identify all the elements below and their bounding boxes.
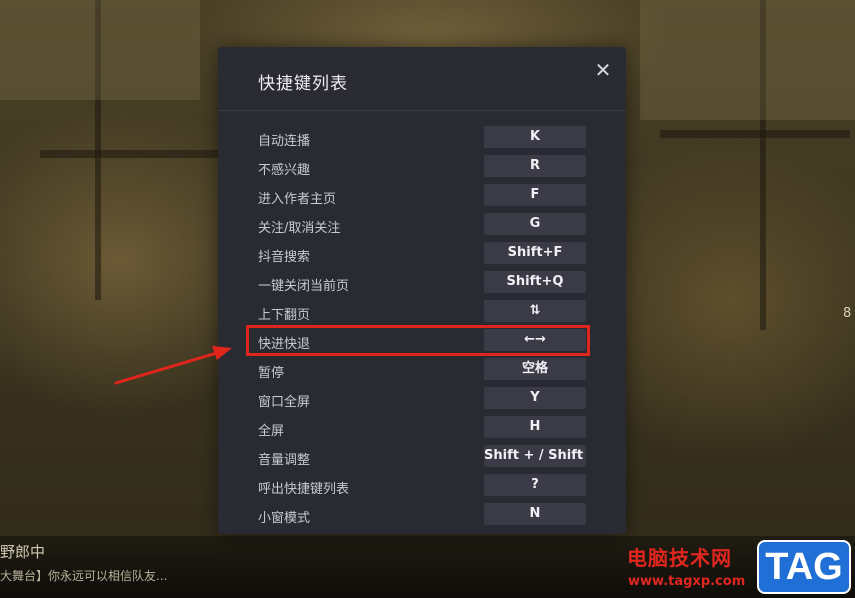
ship-yard [40,150,220,158]
watermark-url: www.tagxp.com [628,574,746,589]
shortcut-key: ? [484,474,586,496]
shortcut-label: 进入作者主页 [258,192,337,207]
divider [218,110,626,111]
like-count: 8 [843,306,852,321]
watermark-text: 电脑技术网 [627,546,732,570]
shortcut-label: 一键关闭当前页 [258,279,350,294]
shortcut-label: 关注/取消关注 [258,221,341,236]
shortcut-row: 全屏 H [218,415,626,444]
ship-sail [0,0,200,100]
shortcut-row: 音量调整 Shift + / Shift - [218,444,626,473]
shortcut-row: 关注/取消关注 G [218,212,626,241]
shortcut-key: N [484,503,586,525]
shortcut-key: Shift + / Shift - [484,445,586,467]
shortcut-row: 暂停 空格 [218,357,626,386]
video-description[interactable]: 大舞台】你永远可以相信队友... [0,567,167,584]
shortcut-key: K [484,126,586,148]
shortcut-row: 呼出快捷键列表 ? [218,473,626,502]
close-icon[interactable]: ✕ [592,59,614,81]
shortcut-row: 小窗模式 N [218,502,626,531]
shortcut-label: 上下翻页 [258,308,311,323]
video-author[interactable]: 野郎中 [0,541,45,562]
shortcut-row: 一键关闭当前页 Shift+Q [218,270,626,299]
shortcut-key: Shift+F [484,242,586,264]
shortcut-key: Shift+Q [484,271,586,293]
shortcut-key: R [484,155,586,177]
shortcut-row: 不感兴趣 R [218,154,626,183]
shortcut-row: 抖音搜索 Shift+F [218,241,626,270]
shortcut-row: 上下翻页 ⇅ [218,299,626,328]
shortcut-row: 进入作者主页 F [218,183,626,212]
shortcut-key: H [484,416,586,438]
shortcut-key: F [484,184,586,206]
shortcut-label: 抖音搜索 [258,250,311,265]
ship-sail [640,0,855,120]
shortcut-key: Y [484,387,586,409]
shortcut-label: 呼出快捷键列表 [258,482,350,497]
shortcut-row: 窗口全屏 Y [218,386,626,415]
dialog-title: 快捷键列表 [258,74,348,94]
shortcut-label: 音量调整 [258,453,311,468]
shortcut-label: 不感兴趣 [258,163,311,178]
watermark-logo: TAG [757,540,851,594]
shortcut-label: 暂停 [258,366,285,381]
shortcut-row: 自动连播 K [218,125,626,154]
shortcut-key: G [484,213,586,235]
highlight-box [246,325,590,356]
shortcut-label: 窗口全屏 [258,395,311,410]
shortcut-list-dialog: 快捷键列表 ✕ 自动连播 K 不感兴趣 R 进入作者主页 F 关注/取消关注 G… [218,47,626,534]
ship-yard [660,130,850,138]
shortcut-key: 空格 [484,358,586,380]
shortcut-key: ⇅ [484,300,586,322]
shortcut-label: 自动连播 [258,134,311,149]
shortcut-label: 全屏 [258,424,285,439]
annotation-arrow-icon [114,346,232,385]
shortcut-label: 小窗模式 [258,511,311,526]
